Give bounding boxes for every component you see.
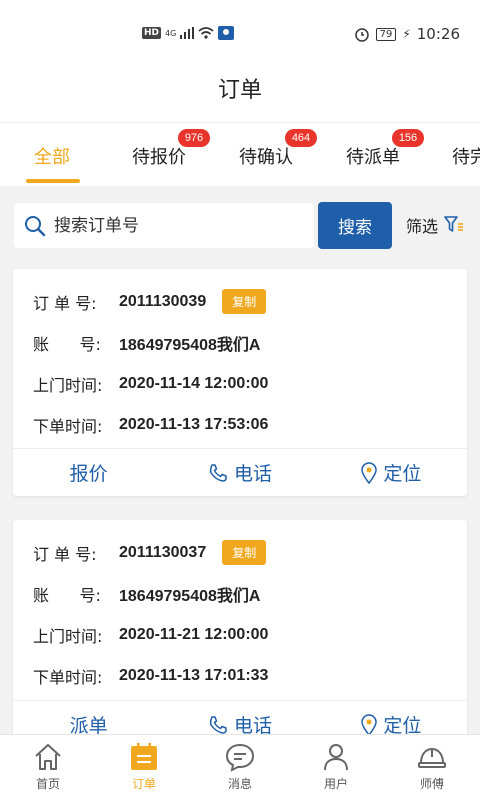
location-pin-icon <box>361 713 378 736</box>
wifi-icon <box>198 27 214 39</box>
nav-home[interactable]: 首页 <box>0 735 96 800</box>
tab-count-badge: 156 <box>392 129 424 147</box>
order-number-row: 订 单 号: 2011130039 复制 <box>33 289 267 314</box>
search-box[interactable] <box>14 203 314 248</box>
order-icon <box>131 743 157 770</box>
filter-button[interactable]: 筛选 <box>406 213 464 237</box>
placed-time-row: 下单时间: 2020-11-13 17:01:33 <box>33 664 268 688</box>
search-icon <box>25 215 46 236</box>
nav-label: 用户 <box>323 777 348 791</box>
account-row: 账 号: 18649795408我们A <box>33 582 260 606</box>
tab-pending-confirm[interactable]: 待确认 464 <box>239 129 317 169</box>
signal-icon <box>180 27 195 39</box>
nav-messages[interactable]: 消息 <box>192 735 288 800</box>
tab-pending-quote[interactable]: 待报价 976 <box>132 129 210 169</box>
order-card[interactable]: 订 单 号: 2011130039 复制 账 号: 18649795408我们A… <box>13 269 467 496</box>
nav-label: 首页 <box>35 777 60 791</box>
search-button[interactable]: 搜索 <box>318 202 392 249</box>
placed-time-label: 下单时间: <box>33 417 103 436</box>
title-bar: 订单 <box>0 66 480 122</box>
account-row: 账 号: 18649795408我们A <box>33 331 260 355</box>
status-indicators: HD 4G <box>142 26 235 40</box>
visit-time: 2020-11-14 12:00:00 <box>119 375 269 392</box>
status-bar: HD 4G 79 ⚡ 10:26 <box>0 0 480 66</box>
call-button[interactable]: 电话 <box>164 449 315 496</box>
nav-label: 师傅 <box>419 777 444 791</box>
nav-label: 订单 <box>131 777 156 791</box>
nav-workers[interactable]: 师傅 <box>384 735 480 800</box>
filter-icon <box>444 216 464 232</box>
charging-icon: ⚡ <box>402 27 411 41</box>
hd-icon: HD <box>142 27 162 39</box>
nav-orders[interactable]: 订单 <box>96 735 192 800</box>
phone-icon <box>209 463 227 482</box>
order-number: 2011130037 <box>119 543 207 561</box>
visit-time-label: 上门时间: <box>33 376 103 395</box>
location-pin-icon <box>361 461 378 484</box>
tab-label: 全部 <box>34 147 70 168</box>
account-label: 账 号: <box>33 335 101 354</box>
phone-icon <box>209 715 227 734</box>
nav-label: 消息 <box>227 777 252 791</box>
copy-button[interactable]: 复制 <box>222 540 267 565</box>
visit-time: 2020-11-21 12:00:00 <box>119 626 269 643</box>
visit-time-label: 上门时间: <box>33 627 103 646</box>
tab-label: 待派单 <box>346 147 400 168</box>
tab-label: 待确认 <box>239 147 293 168</box>
account-label: 账 号: <box>33 586 101 605</box>
tab-count-badge: 976 <box>178 129 210 147</box>
placed-time: 2020-11-13 17:01:33 <box>119 667 269 684</box>
message-icon <box>225 743 255 772</box>
quote-button[interactable]: 报价 <box>13 449 164 496</box>
page-title: 订单 <box>217 78 262 103</box>
worker-helmet-icon <box>418 747 446 768</box>
account-value: 18649795408我们A <box>119 337 261 354</box>
search-input[interactable] <box>54 215 294 236</box>
action-label: 电话 <box>233 463 272 485</box>
order-number-label: 订 单 号: <box>33 293 97 313</box>
placed-time-label: 下单时间: <box>33 668 103 687</box>
visit-time-row: 上门时间: 2020-11-21 12:00:00 <box>33 623 268 647</box>
order-number-label: 订 单 号: <box>33 544 97 564</box>
order-card[interactable]: 订 单 号: 2011130037 复制 账 号: 18649795408我们A… <box>13 520 467 750</box>
home-icon <box>35 744 61 770</box>
tab-pending-complete[interactable]: 待完 <box>452 143 480 169</box>
order-number: 2011130039 <box>119 292 207 310</box>
alarm-icon <box>354 28 369 42</box>
copy-button[interactable]: 复制 <box>222 289 267 314</box>
filter-label: 筛选 <box>406 217 439 236</box>
tab-label: 待报价 <box>132 147 186 168</box>
tab-all[interactable]: 全部 <box>34 143 70 169</box>
placed-time: 2020-11-13 17:53:06 <box>119 416 269 433</box>
locate-button[interactable]: 定位 <box>316 449 467 496</box>
active-tab-indicator <box>26 179 80 183</box>
action-label: 定位 <box>383 463 422 485</box>
order-number-row: 订 单 号: 2011130037 复制 <box>33 540 267 565</box>
tab-count-badge: 464 <box>285 129 317 147</box>
tab-label: 待完 <box>452 147 480 168</box>
tab-pending-dispatch[interactable]: 待派单 156 <box>346 129 424 169</box>
user-icon <box>324 744 348 771</box>
visit-time-row: 上门时间: 2020-11-14 12:00:00 <box>33 372 268 396</box>
action-label: 报价 <box>69 463 108 485</box>
clock: 10:26 <box>416 25 460 43</box>
placed-time-row: 下单时间: 2020-11-13 17:53:06 <box>33 413 268 437</box>
order-actions: 报价 电话 定位 <box>13 448 467 496</box>
app-notification-icon <box>218 26 235 40</box>
nav-users[interactable]: 用户 <box>288 735 384 800</box>
order-status-tabs: 全部 待报价 976 待确认 464 待派单 156 待完 <box>0 122 480 186</box>
battery-level: 79 <box>375 27 397 41</box>
search-row: 搜索 筛选 <box>0 188 480 264</box>
account-value: 18649795408我们A <box>119 588 261 605</box>
status-right: 79 ⚡ 10:26 <box>354 25 460 43</box>
bottom-nav: 首页 订单 消息 用户 师傅 <box>0 734 480 800</box>
network-label: 4G <box>165 28 177 38</box>
